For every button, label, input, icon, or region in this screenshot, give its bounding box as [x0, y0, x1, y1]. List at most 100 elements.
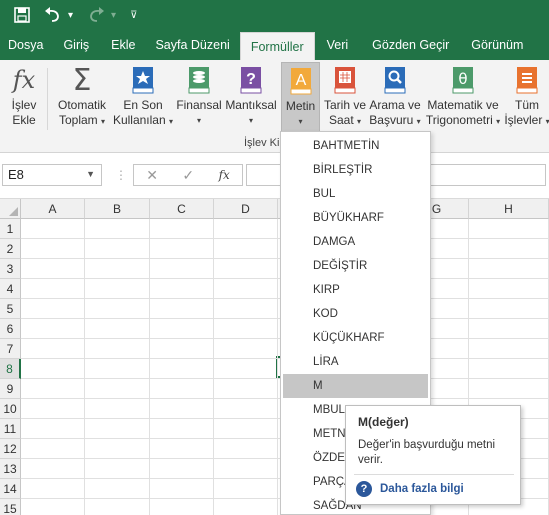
text-functions-button[interactable]: A Metin ▾ — [281, 62, 320, 133]
tab-3[interactable]: Ekle — [101, 30, 145, 60]
row-header[interactable]: 13 — [0, 459, 21, 479]
autosum-label-1: Otomatik — [57, 98, 106, 112]
tab-6[interactable]: Veri — [315, 30, 361, 60]
recently-used-button[interactable]: En Son Kullanılan ▾ — [112, 64, 174, 129]
row-header[interactable]: 10 — [0, 399, 21, 419]
row-header[interactable]: 2 — [0, 239, 21, 259]
row-header[interactable]: 9 — [0, 379, 21, 399]
column-header[interactable]: B — [85, 199, 150, 219]
formula-bar: E8 ▼ ⋮ ✕ ✓ fx — [0, 153, 549, 199]
row-header[interactable]: 4 — [0, 279, 21, 299]
formula-buttons: ✕ ✓ fx — [133, 164, 243, 186]
chevron-down-icon[interactable]: ▼ — [86, 169, 95, 179]
column-header[interactable]: A — [21, 199, 85, 219]
logical-button[interactable]: ? Mantıksal ▾ — [224, 64, 278, 128]
chevron-down-icon: ▾ — [248, 116, 253, 125]
tab-5[interactable]: Formüller — [239, 32, 315, 60]
row-header[interactable]: 11 — [0, 419, 21, 439]
select-all-button[interactable] — [0, 199, 21, 219]
theta-book-icon: θ — [448, 64, 478, 96]
tab-4[interactable]: Sayfa Düzeni — [145, 30, 239, 60]
menu-item[interactable]: BUL — [281, 182, 430, 206]
menu-item[interactable]: KIRP — [281, 278, 430, 302]
lookup-reference-label-2: Başvuru — [369, 113, 414, 127]
tab-1[interactable]: Dosya — [0, 30, 51, 60]
magnifier-book-icon — [380, 64, 410, 96]
menu-item[interactable]: M — [283, 374, 428, 398]
column-header[interactable]: H — [469, 199, 549, 219]
menu-item[interactable]: BİRLEŞTİR — [281, 158, 430, 182]
save-icon[interactable] — [14, 7, 30, 23]
gridline — [84, 219, 85, 515]
tab-8[interactable]: Görünüm — [461, 30, 533, 60]
function-library-group-label: İşlev Ki — [244, 137, 280, 149]
more-functions-label-2: İşlevler — [505, 113, 543, 127]
column-header[interactable]: D — [214, 199, 278, 219]
chevron-down-icon: ▾ — [196, 116, 201, 125]
math-trig-label-2: Trigonometri — [425, 113, 493, 127]
menu-item[interactable]: BAHTMETİN — [281, 134, 430, 158]
more-functions-button[interactable]: Tüm İşlevler ▾ — [505, 64, 549, 129]
svg-text:θ: θ — [458, 70, 467, 88]
row-header[interactable]: 14 — [0, 479, 21, 499]
quick-access-toolbar: ▾ ▾ ⊽ — [0, 0, 549, 30]
menu-item[interactable]: DAMGA — [281, 230, 430, 254]
row-header[interactable]: 15 — [0, 499, 21, 515]
ribbon-separator — [47, 68, 48, 130]
tooltip-divider — [354, 474, 514, 475]
insert-function-button[interactable]: fx İşlev Ekle — [6, 64, 42, 128]
column-header[interactable]: C — [150, 199, 214, 219]
financial-button[interactable]: Finansal ▾ — [175, 64, 223, 128]
row-header[interactable]: 8 — [0, 359, 21, 379]
name-box-value: E8 — [8, 167, 24, 182]
tooltip-title: M(değer) — [358, 415, 409, 429]
insert-function-fx-icon[interactable]: fx — [219, 168, 230, 182]
insert-function-label-2: Ekle — [12, 113, 36, 127]
date-time-button[interactable]: Tarih ve Saat ▾ — [322, 64, 368, 129]
row-header[interactable]: 1 — [0, 219, 21, 239]
chevron-down-icon: ▾ — [101, 117, 106, 126]
lookup-reference-label-1: Arama ve — [369, 98, 421, 112]
row-header[interactable]: 12 — [0, 439, 21, 459]
redo-icon[interactable] — [87, 7, 105, 23]
tab-7[interactable]: Gözden Geçir — [360, 30, 461, 60]
chevron-down-icon: ▾ — [416, 117, 421, 126]
date-time-label-1: Tarih ve — [323, 98, 367, 112]
insert-function-label-1: İşlev — [11, 98, 37, 112]
redo-dropdown-icon[interactable]: ▾ — [111, 10, 116, 21]
lookup-reference-button[interactable]: Arama ve Başvuru ▾ — [368, 64, 422, 129]
row-header[interactable]: 6 — [0, 319, 21, 339]
name-box[interactable]: E8 ▼ — [2, 164, 102, 186]
enter-icon[interactable]: ✓ — [182, 167, 194, 184]
ribbon-tabs: Dosya Giriş Ekle Sayfa Düzeni Formüller Veri G… — [0, 30, 549, 60]
tooltip-description: Değer'in başvurduğu metni verir. — [358, 439, 496, 466]
row-header[interactable]: 3 — [0, 259, 21, 279]
menu-item[interactable]: BÜYÜKHARF — [281, 206, 430, 230]
customize-qat-icon[interactable]: ⊽ — [130, 10, 137, 21]
row-header[interactable]: 5 — [0, 299, 21, 319]
text-book-icon: A — [286, 65, 316, 97]
menu-item[interactable]: LİRA — [281, 350, 430, 374]
cancel-icon[interactable]: ✕ — [146, 167, 158, 184]
row-header[interactable]: 7 — [0, 339, 21, 359]
gridline — [213, 219, 214, 515]
menu-item[interactable]: KÜÇÜKHARF — [281, 326, 430, 350]
undo-icon[interactable] — [44, 7, 62, 23]
undo-dropdown-icon[interactable]: ▾ — [68, 10, 73, 21]
menu-item[interactable]: DEĞİŞTİR — [281, 254, 430, 278]
menu-item[interactable]: KOD — [281, 302, 430, 326]
chevron-down-icon: ▾ — [496, 117, 501, 126]
logical-label: Mantıksal — [225, 98, 277, 112]
chevron-down-icon: ▾ — [298, 117, 303, 126]
more-info-link[interactable]: ? Daha fazla bilgi — [356, 481, 464, 497]
date-time-label-2: Saat — [328, 113, 354, 127]
tab-2[interactable]: Giriş — [51, 30, 101, 60]
more-functions-book-icon — [512, 64, 542, 96]
svg-text:?: ? — [246, 71, 256, 88]
autosum-button[interactable]: Σ Otomatik Toplam ▾ — [55, 64, 109, 129]
drag-handle-icon[interactable]: ⋮ — [115, 168, 127, 182]
math-trig-button[interactable]: θ Matematik ve Trigonometri ▾ — [424, 64, 502, 129]
text-functions-label: Metin — [285, 99, 316, 113]
ribbon-formulas: fx İşlev Ekle Σ Otomatik Toplam ▾ En Son… — [0, 60, 549, 153]
calendar-book-icon — [330, 64, 360, 96]
